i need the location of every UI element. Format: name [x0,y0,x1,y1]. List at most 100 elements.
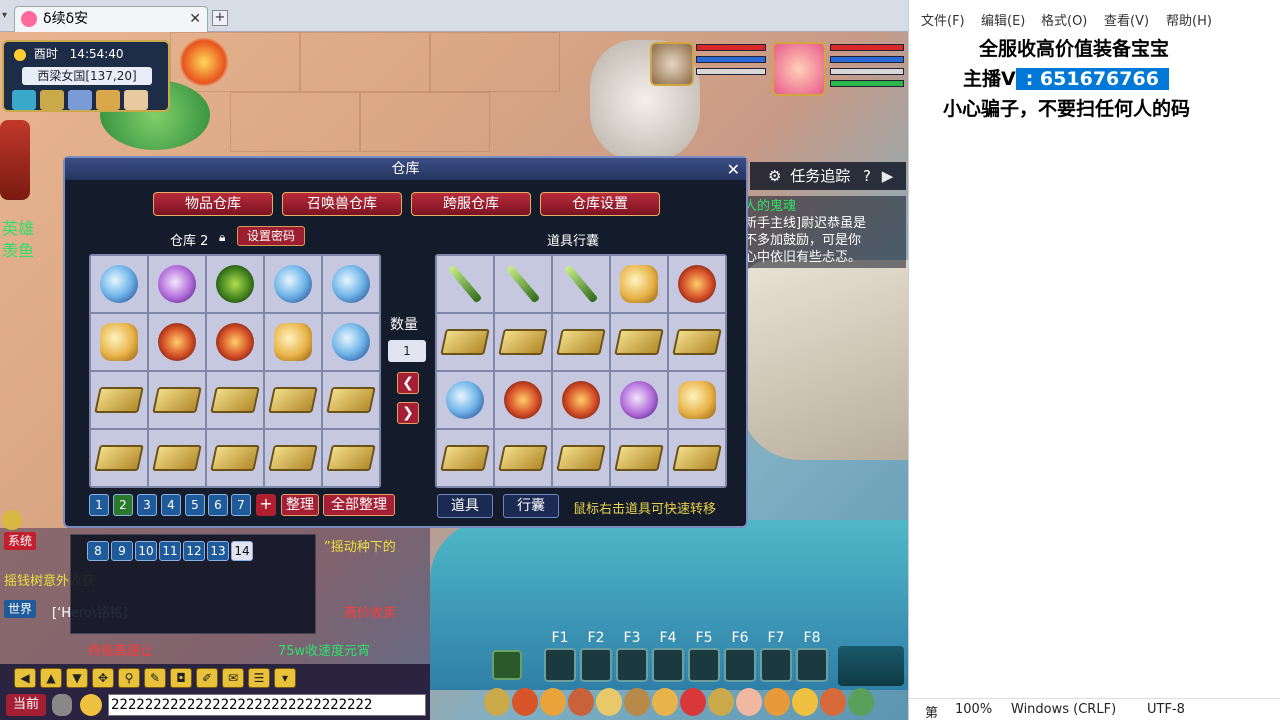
page-button-3[interactable]: 3 [137,494,157,516]
inventory-slot[interactable] [437,372,493,428]
hotkey-slot-f5[interactable] [688,648,720,682]
chat-page-11[interactable]: 11 [159,541,181,561]
inventory-slot[interactable] [611,256,667,312]
chevron-down-icon[interactable]: ▾ [274,668,296,688]
scroll-icon[interactable] [96,90,120,110]
microphone-icon[interactable] [52,694,72,716]
note-icon[interactable]: ☰ [248,668,270,688]
task-tracker-header[interactable]: ⚙ 任务追踪 ? ▶ [750,162,906,190]
inventory-slot[interactable] [669,430,725,486]
task-tracker-text[interactable]: 人的鬼魂 新手主线]尉迟恭虽是 不多加鼓励，可是你 心中依旧有些忐忑。 [740,196,906,268]
arrow-up-icon[interactable]: ▲ [40,668,62,688]
collapse-icon[interactable]: ▶ [882,167,894,185]
map-toggle-icon[interactable] [12,90,36,110]
inventory-slot[interactable] [553,430,609,486]
chat-page-14[interactable]: 14 [231,541,253,561]
menu-view[interactable]: 查看(V) [1104,10,1149,29]
inventory-slot[interactable] [149,430,205,486]
item-icon[interactable] [512,688,538,716]
emote-icon[interactable] [792,688,818,716]
page-button-4[interactable]: 4 [161,494,181,516]
channel-current-button[interactable]: 当前 [6,694,46,716]
inventory-slot[interactable] [207,430,263,486]
quest-icon[interactable] [652,688,678,716]
chat-scroll-icon[interactable] [2,510,22,530]
lock-icon[interactable]: ◘ [170,668,192,688]
inventory-slot[interactable] [91,430,147,486]
inventory-slot[interactable] [207,256,263,312]
inventory-slot[interactable] [207,372,263,428]
inventory-slot[interactable] [669,372,725,428]
friend-icon[interactable] [736,688,762,716]
system-icon[interactable] [820,688,846,716]
location-label[interactable]: 西梁女国[137,20] [22,67,152,85]
prev-page-button[interactable]: ❮ [397,372,419,394]
menu-edit[interactable]: 编辑(E) [981,10,1025,29]
quantity-input[interactable]: 1 [388,340,426,362]
speech-icon[interactable]: ✉ [222,668,244,688]
inventory-slot[interactable] [553,372,609,428]
page-button-1[interactable]: 1 [89,494,109,516]
attack-icon[interactable] [484,688,510,716]
sort-all-button[interactable]: 全部整理 [323,494,395,516]
inventory-slot[interactable] [265,430,321,486]
text-line-1[interactable]: 全服收高价值装备宝宝 [979,34,1169,61]
inventory-slot[interactable] [265,314,321,370]
inventory-slot[interactable] [149,256,205,312]
add-page-button[interactable]: + [256,494,276,516]
hotkey-slot-f4[interactable] [652,648,684,682]
inventory-slot[interactable] [323,256,379,312]
set-password-button[interactable]: 设置密码 [237,226,305,246]
chat-page-10[interactable]: 10 [135,541,157,561]
hotkey-slot-f2[interactable] [580,648,612,682]
give-icon[interactable] [540,688,566,716]
hotkey-slot-f3[interactable] [616,648,648,682]
hotkey-slot-f6[interactable] [724,648,756,682]
inventory-slot[interactable] [553,256,609,312]
gang-icon[interactable] [680,688,706,716]
menu-help[interactable]: 帮助(H) [1166,10,1212,29]
inventory-slot[interactable] [323,430,379,486]
inventory-slot[interactable] [495,256,551,312]
chat-page-13[interactable]: 13 [207,541,229,561]
inventory-slot[interactable] [207,314,263,370]
inventory-slot[interactable] [495,430,551,486]
inventory-slot[interactable] [553,314,609,370]
tab-pet-warehouse[interactable]: 召唤兽仓库 [282,192,402,216]
globe-icon[interactable] [68,90,92,110]
inventory-slot[interactable] [437,314,493,370]
team-icon[interactable] [596,688,622,716]
page-button-6[interactable]: 6 [208,494,228,516]
inventory-slot[interactable] [611,314,667,370]
inventory-slot[interactable] [91,256,147,312]
inventory-slot[interactable] [91,314,147,370]
inventory-slot[interactable] [669,256,725,312]
new-tab-button[interactable]: + [212,10,228,26]
search-icon[interactable]: ⚲ [118,668,140,688]
pet-icon[interactable] [624,688,650,716]
tab-cross-server-warehouse[interactable]: 跨服仓库 [411,192,531,216]
menu-format[interactable]: 格式(O) [1041,10,1087,29]
inventory-slot[interactable] [91,372,147,428]
inventory-slot[interactable] [265,256,321,312]
calendar-icon[interactable] [124,90,148,110]
emoji-icon[interactable] [80,694,102,716]
next-page-button[interactable]: ❯ [397,402,419,424]
tab-warehouse-settings[interactable]: 仓库设置 [540,192,660,216]
chat-page-12[interactable]: 12 [183,541,205,561]
sort-button[interactable]: 整理 [281,494,319,516]
inventory-slot[interactable] [611,372,667,428]
chat-page-8[interactable]: 8 [87,541,109,561]
inventory-slot[interactable] [495,314,551,370]
hotkey-slot-f8[interactable] [796,648,828,682]
text-line-3[interactable]: 小心骗子，不要扫任何人的码 [943,94,1190,121]
bag-pack-tab[interactable]: 行囊 [503,494,559,518]
page-button-2[interactable]: 2 [113,494,133,516]
move-icon[interactable]: ✥ [92,668,114,688]
bag-items-tab[interactable]: 道具 [437,494,493,518]
inventory-slot[interactable] [323,314,379,370]
edit-icon[interactable]: ✎ [144,668,166,688]
inventory-slot[interactable] [149,314,205,370]
arrow-down-icon[interactable]: ▼ [66,668,88,688]
gear-icon[interactable]: ⚙ [768,167,781,185]
